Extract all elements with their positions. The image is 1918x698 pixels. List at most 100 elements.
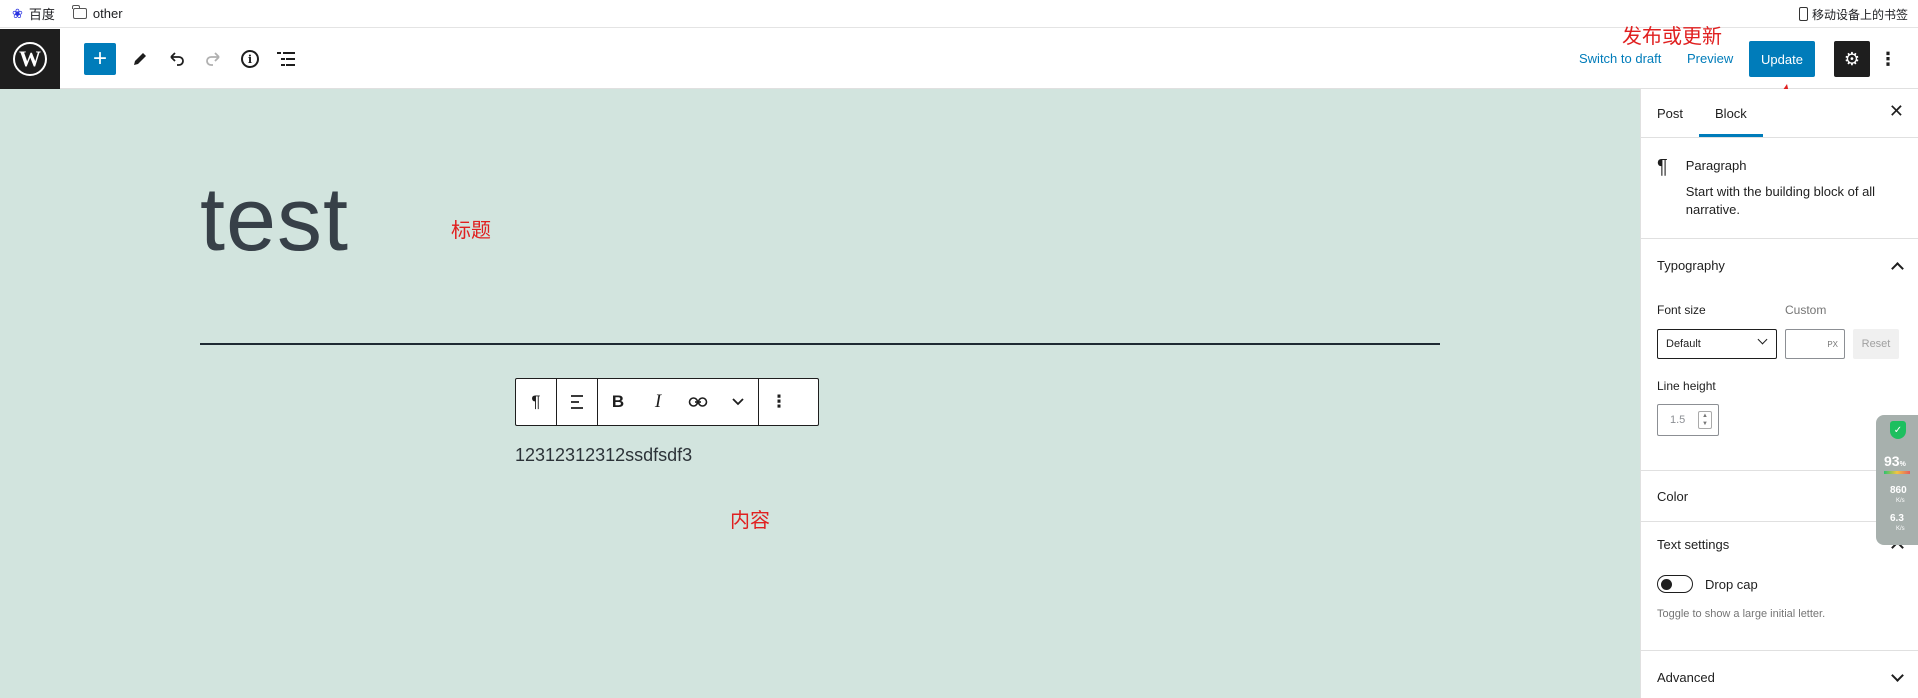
more-formatting-button[interactable] <box>718 379 758 425</box>
list-view-button[interactable] <box>270 43 302 75</box>
paragraph-block[interactable]: 12312312312ssdfsdf3 <box>515 445 692 466</box>
bookmark-label: 百度 <box>28 7 55 22</box>
italic-icon: I <box>654 391 662 412</box>
download-unit: K/s <box>1896 526 1905 532</box>
settings-sidebar: Post Block ✕ ¶ Paragraph Start with the … <box>1640 89 1918 698</box>
link-button[interactable] <box>678 379 718 425</box>
chevron-down-icon <box>1757 334 1768 345</box>
mobile-bookmarks[interactable]: 移动设备上的书签 <box>1798 0 1908 28</box>
settings-button[interactable]: ⚙ <box>1834 41 1870 77</box>
toolbar-group-transform: ¶ <box>516 379 557 425</box>
drop-cap-toggle[interactable] <box>1657 575 1693 593</box>
gear-icon: ⚙ <box>1843 48 1861 69</box>
details-button[interactable]: i <box>234 43 266 75</box>
chevron-down-icon <box>1891 668 1904 682</box>
close-icon: ✕ <box>1888 101 1904 121</box>
preview-button[interactable]: Preview <box>1687 51 1733 66</box>
font-size-label: Font size <box>1657 303 1706 317</box>
block-toolbar: ¶ B I ⋮ <box>515 378 819 426</box>
baidu-paw-icon: ❀ <box>12 5 23 21</box>
font-size-select[interactable]: Default <box>1657 329 1777 359</box>
custom-label: Custom <box>1785 303 1827 317</box>
block-card-title: Paragraph <box>1685 158 1747 173</box>
text-settings-heading: Text settings <box>1657 536 1730 552</box>
block-inserter-button[interactable]: + <box>84 43 116 75</box>
align-button[interactable] <box>557 379 597 425</box>
link-icon <box>688 397 708 407</box>
switch-to-draft-button[interactable]: Switch to draft <box>1579 51 1661 66</box>
typography-panel-toggle[interactable]: Typography <box>1641 239 1918 291</box>
widget-percent-value: 93 <box>1884 453 1900 469</box>
chevron-up-icon <box>1891 261 1904 275</box>
bold-button[interactable]: B <box>598 379 638 425</box>
widget-percent-unit: % <box>1899 461 1906 468</box>
download-speed: 6.3 <box>1890 513 1904 524</box>
content-annotation: 内容 <box>730 510 770 532</box>
undo-button[interactable] <box>161 43 193 75</box>
advanced-heading: Advanced <box>1657 669 1715 685</box>
drop-cap-label: Drop cap <box>1705 577 1758 592</box>
typography-heading: Typography <box>1657 257 1725 273</box>
editor-canvas: test 标题 ¶ B I ⋮ 12312312312ssdfsdf3 内容 <box>0 89 1640 698</box>
line-height-label: Line height <box>1657 379 1716 393</box>
vertical-ellipsis-icon: ⋮ <box>770 392 788 411</box>
vertical-ellipsis-icon: ⋮ <box>1879 48 1897 69</box>
reset-button[interactable]: Reset <box>1853 329 1899 359</box>
chevron-down-icon <box>732 398 744 406</box>
bookmark-label: other <box>92 6 123 21</box>
upload-unit: K/s <box>1896 498 1905 504</box>
italic-button[interactable]: I <box>638 379 678 425</box>
close-sidebar-button[interactable]: ✕ <box>1889 101 1904 122</box>
drop-cap-help: Toggle to show a large initial letter. <box>1657 608 1826 620</box>
tab-post[interactable]: Post <box>1641 89 1699 137</box>
redo-button[interactable] <box>197 43 229 75</box>
folder-icon <box>72 5 87 19</box>
advanced-panel-toggle[interactable]: Advanced <box>1641 651 1918 698</box>
spinner-arrows-icon[interactable]: ▲ ▼ <box>1698 411 1712 429</box>
post-title[interactable]: test <box>200 169 349 272</box>
block-options-button[interactable]: ⋮ <box>759 379 799 425</box>
pilcrow-icon: ¶ <box>531 392 541 411</box>
bookmark-baidu[interactable]: ❀ 百度 <box>12 4 55 23</box>
bold-icon: B <box>611 392 625 411</box>
list-view-icon <box>277 52 295 66</box>
update-button[interactable]: Update <box>1749 41 1815 77</box>
more-options-button[interactable]: ⋮ <box>1876 43 1900 75</box>
line-height-input[interactable]: 1.5 ▲ ▼ <box>1657 404 1719 436</box>
undo-icon <box>170 52 184 66</box>
sidebar-tabs: Post Block ✕ <box>1641 89 1918 138</box>
advanced-panel: Advanced <box>1641 651 1918 698</box>
widget-percent: 93% <box>1884 453 1906 469</box>
info-icon: i <box>241 50 259 68</box>
block-type-button[interactable]: ¶ <box>516 379 556 425</box>
pencil-icon <box>134 53 146 65</box>
speed-widget[interactable]: ✓ 93% 860 K/s 6.3 K/s <box>1876 415 1918 545</box>
toolbar-group-align <box>557 379 598 425</box>
tab-block[interactable]: Block <box>1699 89 1763 137</box>
shield-check-icon: ✓ <box>1890 421 1906 439</box>
toolbar-group-format: B I <box>598 379 759 425</box>
tools-button[interactable] <box>124 43 156 75</box>
line-height-placeholder: 1.5 <box>1670 414 1686 426</box>
plus-icon: + <box>92 45 107 72</box>
px-unit: PX <box>1827 339 1838 349</box>
wordpress-icon: W <box>13 42 47 76</box>
phone-icon <box>1798 7 1808 21</box>
wordpress-logo-button[interactable]: W <box>0 29 60 89</box>
pilcrow-icon: ¶ <box>1657 156 1668 178</box>
bookmark-folder-other[interactable]: other <box>72 5 123 21</box>
mobile-bookmarks-label: 移动设备上的书签 <box>1811 7 1908 22</box>
redo-icon <box>206 52 220 66</box>
separator-block[interactable] <box>200 343 1440 345</box>
block-card-description: Start with the building block of all nar… <box>1685 184 1876 217</box>
title-annotation: 标题 <box>451 220 491 242</box>
toolbar-group-options: ⋮ <box>759 379 799 425</box>
align-left-icon <box>571 395 583 409</box>
upload-speed: 860 <box>1890 485 1907 496</box>
font-size-select-value: Default <box>1666 338 1701 350</box>
color-heading: Color <box>1657 489 1689 504</box>
publish-annotation: 发布或更新 <box>1622 26 1722 48</box>
block-card: ¶ Paragraph Start with the building bloc… <box>1641 138 1918 239</box>
custom-font-size-input[interactable]: PX <box>1785 329 1845 359</box>
widget-bar <box>1884 471 1910 474</box>
